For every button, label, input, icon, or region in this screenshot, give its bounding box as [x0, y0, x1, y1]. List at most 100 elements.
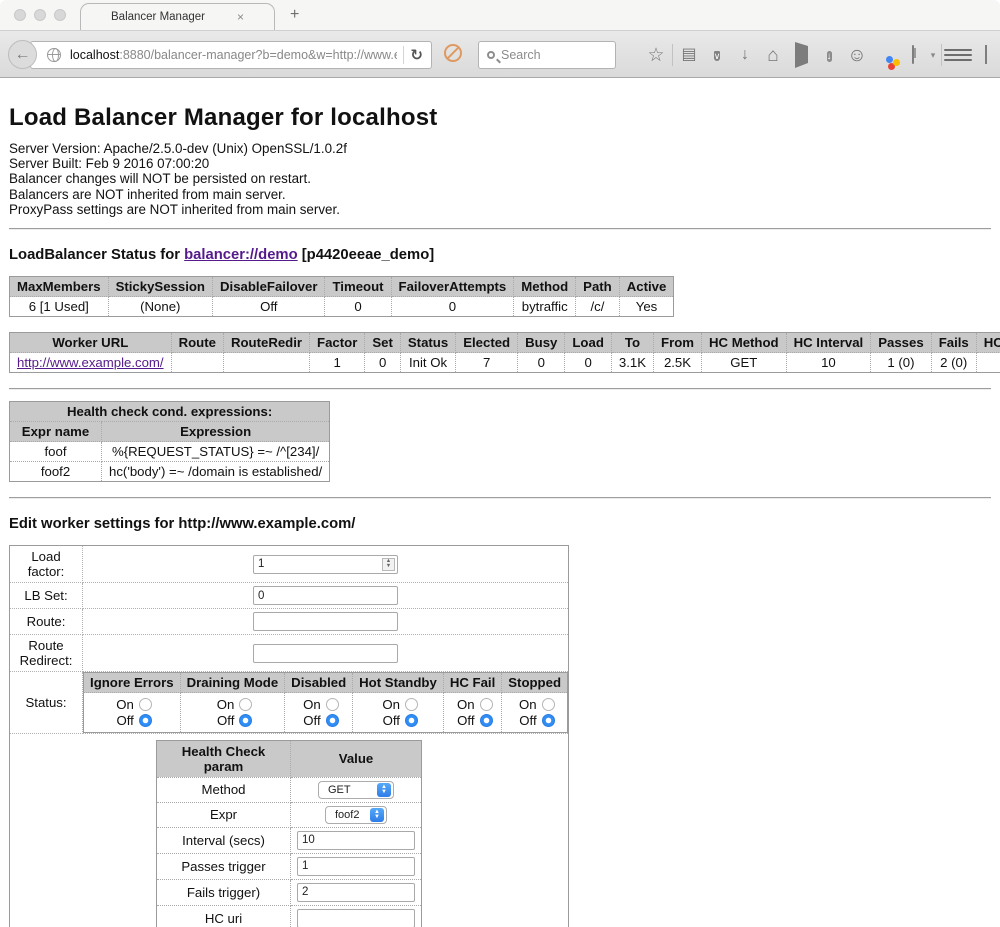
hc-fail-off-radio[interactable] [480, 714, 493, 727]
table-row: foof2 hc('body') =~ /domain is establish… [10, 462, 330, 482]
stopped-on-radio[interactable] [542, 698, 555, 711]
disabled-off-radio[interactable] [326, 714, 339, 727]
status-header-row: Ignore Errors Draining Mode Disabled Hot… [84, 673, 568, 693]
edit-worker-form: Load factor: ▲▼ LB Set: Route: Route Red… [9, 545, 569, 927]
draining-mode-on-radio[interactable] [239, 698, 252, 711]
health-check-expressions-table: Health check cond. expressions: Expr nam… [9, 401, 330, 482]
select-stepper-icon: ▲▼ [370, 808, 384, 822]
load-factor-input[interactable] [253, 555, 398, 574]
chevron-down-icon[interactable]: ▾ [927, 51, 939, 60]
downloads-icon[interactable]: ↓ [731, 47, 759, 63]
persist-notice-line: Balancer changes will NOT be persisted o… [9, 171, 991, 186]
url-separator [403, 46, 404, 64]
device-battery-icon[interactable] [899, 47, 927, 63]
hc-interval-label: Interval (secs) [157, 827, 291, 853]
hc-uri-input[interactable] [297, 909, 415, 927]
url-bar[interactable]: localhost:8880/balancer-manager?b=demo&w… [30, 41, 432, 69]
hc-interval-input[interactable] [297, 831, 415, 850]
form-row-route: Route: [10, 609, 569, 635]
table-row: foof %{REQUEST_STATUS} =~ /^[234]/ [10, 442, 330, 462]
hc-expr-select[interactable]: foof2 ▲▼ [325, 806, 387, 824]
balancer-demo-link[interactable]: balancer://demo [184, 247, 297, 263]
bookmark-star-icon[interactable]: ☆ [642, 46, 670, 65]
disabled-on-radio[interactable] [326, 698, 339, 711]
send-tab-icon[interactable] [787, 47, 815, 63]
lb-set-label: LB Set: [10, 583, 83, 609]
balancer-status-heading: LoadBalancer Status for balancer://demo … [9, 247, 991, 263]
hc-fails-input[interactable] [297, 883, 415, 902]
tab-balancer-manager[interactable]: Balancer Manager × [80, 3, 275, 30]
table-title-row: Health check cond. expressions: [10, 402, 330, 422]
divider [9, 497, 991, 499]
table-header-row: MaxMembers StickySession DisableFailover… [10, 277, 674, 297]
window-close-button[interactable] [14, 9, 26, 21]
search-placeholder: Search [501, 48, 541, 62]
bookmarks-menu-icon[interactable]: ▤ [675, 47, 703, 63]
health-check-param-table: Health Check param Value Method GET ▲▼ [156, 740, 422, 927]
table-header-row: Worker URL Route RouteRedir Factor Set S… [10, 333, 1000, 353]
new-tab-button[interactable]: + [290, 6, 299, 24]
search-bar[interactable]: Search [478, 41, 616, 69]
plugin-blocked-icon[interactable] [444, 44, 462, 62]
hc-fails-row: Fails trigger) [157, 879, 422, 905]
ignore-errors-on-radio[interactable] [139, 698, 152, 711]
inherit-notice-line: Balancers are NOT inherited from main se… [9, 187, 991, 202]
route-label: Route: [10, 609, 83, 635]
hc-interval-row: Interval (secs) [157, 827, 422, 853]
chat-smiley-icon[interactable]: ☺ [843, 46, 871, 65]
worker-url-link[interactable]: http://www.example.com/ [17, 355, 164, 370]
toolbar-icons: ☆ ▤ ∨ ↓ ⌂ ↓ ☺ ▾ [642, 31, 1000, 79]
draining-mode-off-radio[interactable] [239, 714, 252, 727]
window-minimize-button[interactable] [34, 9, 46, 21]
url-text[interactable]: localhost:8880/balancer-manager?b=demo&w… [70, 48, 397, 62]
hc-uri-label: HC uri [157, 905, 291, 927]
hc-expr-row: Expr foof2 ▲▼ [157, 802, 422, 827]
select-stepper-icon: ▲▼ [377, 783, 391, 797]
ignore-errors-off-radio[interactable] [139, 714, 152, 727]
menu-hamburger-icon[interactable] [944, 46, 972, 64]
route-redirect-input[interactable] [253, 644, 398, 663]
titlebar: Balancer Manager × + [0, 0, 1000, 30]
url-host: localhost [70, 48, 119, 62]
hc-fail-on-radio[interactable] [480, 698, 493, 711]
hc-passes-input[interactable] [297, 857, 415, 876]
home-icon[interactable]: ⌂ [759, 46, 787, 65]
window-zoom-button[interactable] [54, 9, 66, 21]
route-input[interactable] [253, 612, 398, 631]
back-button[interactable]: ← [8, 40, 37, 69]
status-radio-row: On Off On Off On Off [84, 693, 568, 733]
toolbar-separator [672, 44, 673, 66]
extension-download-icon[interactable]: ↓ [815, 47, 843, 64]
page-title: Load Balancer Manager for localhost [9, 78, 991, 132]
balancer-status-table: MaxMembers StickySession DisableFailover… [9, 276, 674, 317]
hc-passes-label: Passes trigger [157, 853, 291, 879]
hc-fails-label: Fails trigger) [157, 879, 291, 905]
status-flags-table: Ignore Errors Draining Mode Disabled Hot… [83, 672, 568, 733]
server-version-line: Server Version: Apache/2.5.0-dev (Unix) … [9, 141, 991, 156]
worker-row: http://www.example.com/ 1 0 Init Ok 7 0 … [10, 353, 1000, 373]
navigation-toolbar: ← localhost:8880/balancer-manager?b=demo… [0, 30, 1000, 78]
table-header-row: Health Check param Value [157, 740, 422, 777]
hc-uri-row: HC uri [157, 905, 422, 927]
server-info: Server Version: Apache/2.5.0-dev (Unix) … [9, 141, 991, 217]
divider [9, 388, 991, 390]
hot-standby-on-radio[interactable] [405, 698, 418, 711]
form-row-status: Status: Ignore Errors Draining Mode Disa… [10, 672, 569, 734]
hot-standby-off-radio[interactable] [405, 714, 418, 727]
pocket-icon[interactable]: ∨ [703, 47, 731, 63]
hc-method-select[interactable]: GET ▲▼ [318, 781, 394, 799]
lb-set-input[interactable] [253, 586, 398, 605]
form-row-route-redirect: Route Redirect: [10, 635, 569, 672]
url-path: :8880/balancer-manager?b=demo&w=http://w… [119, 48, 397, 62]
reload-icon[interactable]: ↻ [410, 46, 423, 64]
hc-method-label: Method [157, 777, 291, 802]
proxypass-notice-line: ProxyPass settings are NOT inherited fro… [9, 202, 991, 217]
load-factor-label: Load factor: [10, 546, 83, 583]
form-row-load-factor: Load factor: ▲▼ [10, 546, 569, 583]
stopped-off-radio[interactable] [542, 714, 555, 727]
grid-edit-icon[interactable] [972, 47, 1000, 63]
form-row-health-params: Health Check param Value Method GET ▲▼ [10, 733, 569, 927]
tab-close-icon[interactable]: × [237, 10, 244, 24]
hc-expr-label: Expr [157, 802, 291, 827]
number-spinner-icon[interactable]: ▲▼ [382, 558, 395, 571]
